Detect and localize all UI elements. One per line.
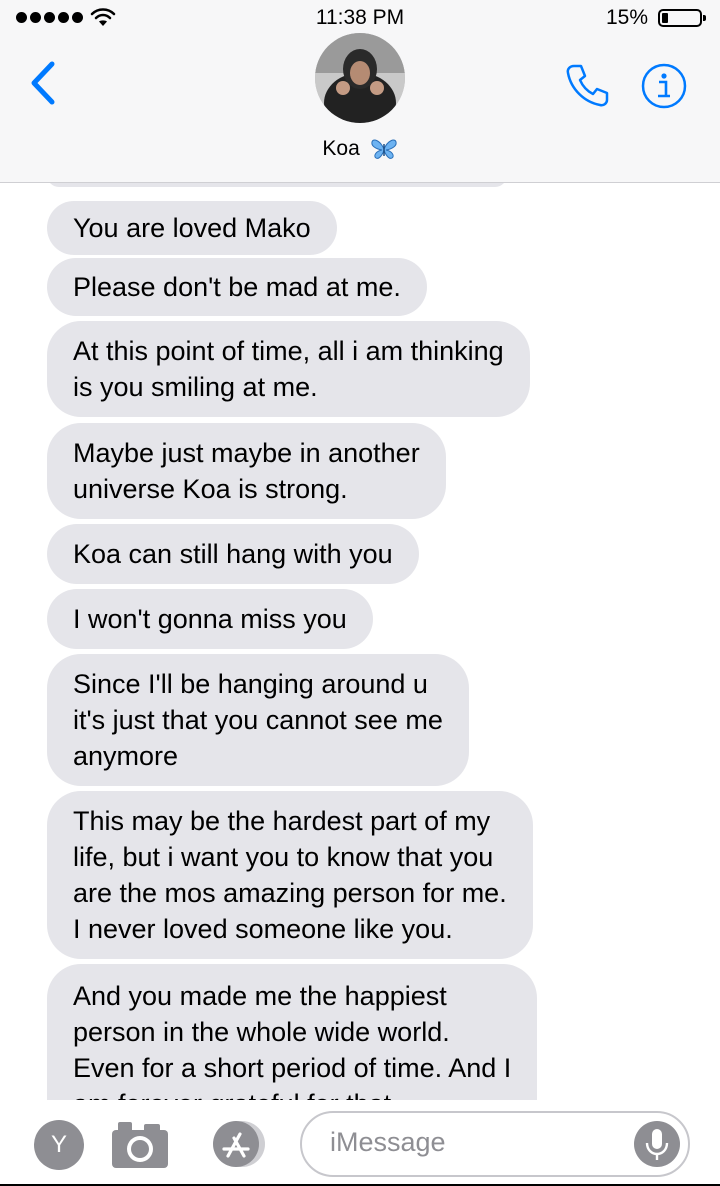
message-text: Since I'll be hanging around u bbox=[73, 669, 428, 699]
message-text: are the mos amazing person for me. bbox=[73, 878, 507, 908]
info-button[interactable] bbox=[640, 62, 688, 110]
previous-message-bubble-edge bbox=[47, 183, 507, 187]
call-button[interactable] bbox=[562, 60, 612, 110]
message-text: universe Koa is strong. bbox=[73, 474, 348, 504]
message-thread[interactable]: You are loved Mako Please don't be mad a… bbox=[0, 183, 720, 1100]
message-bubble[interactable]: Koa can still hang with you bbox=[47, 524, 419, 584]
chevron-left-icon bbox=[31, 61, 55, 105]
microphone-button[interactable] bbox=[634, 1121, 680, 1167]
info-icon bbox=[641, 63, 687, 109]
message-text: is you smiling at me. bbox=[73, 372, 318, 402]
message-bubble[interactable]: And you made me the happiest person in t… bbox=[47, 964, 538, 1100]
phone-icon bbox=[566, 64, 609, 107]
contact-name-row[interactable]: Koa bbox=[0, 137, 720, 161]
avatar-photo bbox=[315, 33, 405, 123]
message-text: anymore bbox=[73, 741, 179, 771]
message-bubble[interactable]: You are loved Mako bbox=[47, 201, 337, 255]
butterfly-icon bbox=[371, 140, 397, 160]
microphone-icon bbox=[645, 1129, 669, 1160]
message-text: am forever grateful for that. bbox=[73, 1086, 511, 1100]
battery-percent: 15% bbox=[605, 6, 648, 29]
message-text: This may be the hardest part of my bbox=[73, 806, 491, 836]
message-text: You are loved Mako bbox=[73, 213, 311, 243]
message-bubble[interactable]: At this point of time, all i am thinking… bbox=[47, 321, 530, 417]
contact-name: Koa bbox=[322, 137, 360, 160]
message-text: Even for a short period of time. And I bbox=[73, 1053, 512, 1083]
message-bubble[interactable]: I won't gonna miss you bbox=[47, 589, 373, 649]
imessage-placeholder: iMessage bbox=[330, 1127, 446, 1157]
battery-icon bbox=[658, 9, 706, 27]
message-bubble[interactable]: Maybe just maybe in another universe Koa… bbox=[47, 423, 446, 519]
back-button[interactable] bbox=[24, 58, 64, 108]
imessage-input[interactable]: iMessage bbox=[300, 1111, 690, 1177]
message-text: Maybe just maybe in another bbox=[73, 438, 420, 468]
message-text: I never loved someone like you. bbox=[73, 914, 453, 944]
message-text: At this point of time, all i am thinking bbox=[73, 336, 504, 366]
contact-avatar[interactable] bbox=[315, 33, 405, 123]
app-store-icon bbox=[213, 1121, 265, 1167]
camera-icon bbox=[112, 1122, 168, 1168]
message-text: Koa can still hang with you bbox=[73, 539, 393, 569]
app-store-button[interactable] bbox=[204, 1118, 268, 1170]
message-bubble[interactable]: Since I'll be hanging around u it's just… bbox=[47, 654, 469, 786]
message-text: I won't gonna miss you bbox=[73, 604, 347, 634]
message-text: person in the whole wide world. bbox=[73, 1017, 450, 1047]
camera-button[interactable] bbox=[110, 1118, 170, 1170]
status-bar: 11:38 PM 15% bbox=[0, 0, 720, 36]
message-text: And you made me the happiest bbox=[73, 981, 447, 1011]
message-bubble[interactable]: Please don't be mad at me. bbox=[47, 258, 427, 316]
message-bubble[interactable]: This may be the hardest part of my life,… bbox=[47, 791, 533, 959]
message-text: it's just that you cannot see me bbox=[73, 705, 443, 735]
app-drawer-button[interactable]: Y bbox=[34, 1120, 84, 1170]
message-text: life, but i want you to know that you bbox=[73, 842, 494, 872]
message-text: Please don't be mad at me. bbox=[73, 272, 401, 302]
